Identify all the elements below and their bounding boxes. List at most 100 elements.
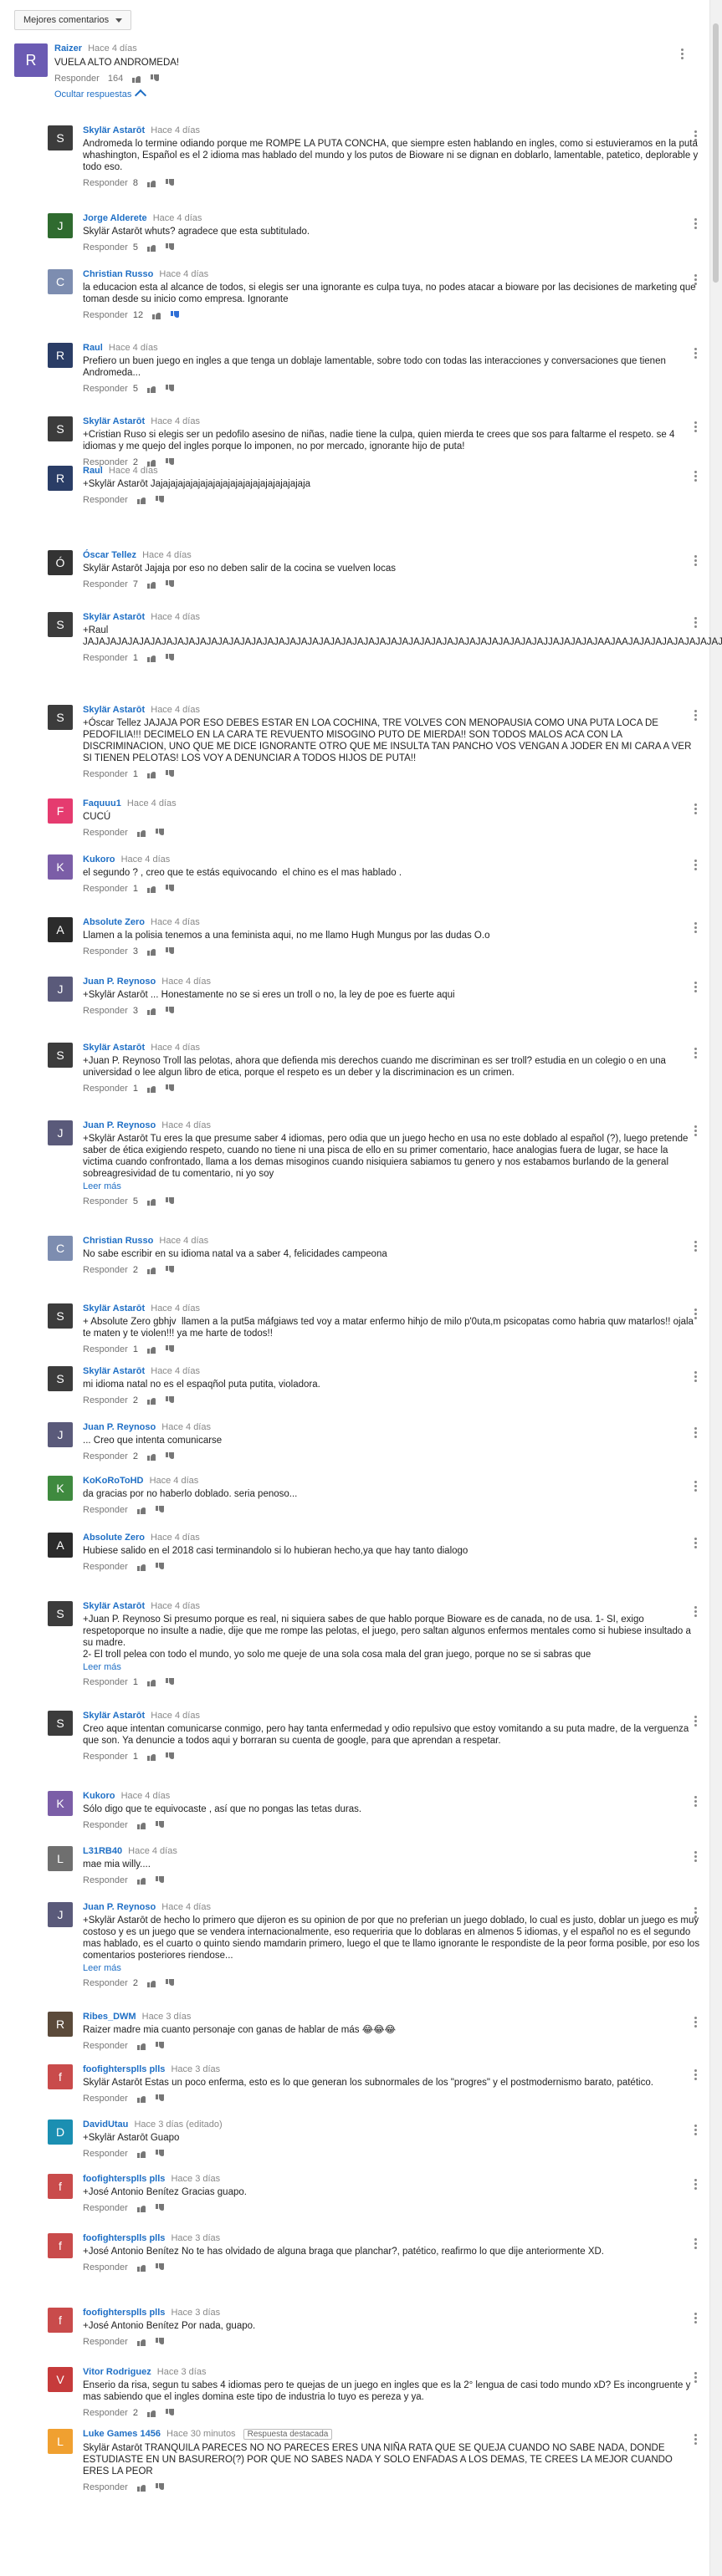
reply-button[interactable]: Responder: [83, 2094, 128, 2104]
avatar[interactable]: A: [48, 1533, 73, 1558]
avatar[interactable]: S: [48, 1601, 73, 1626]
thumbs-up-icon[interactable]: [146, 384, 156, 394]
avatar[interactable]: Ó: [48, 550, 73, 575]
thumbs-up-icon[interactable]: [146, 1196, 156, 1206]
avatar[interactable]: R: [48, 2012, 73, 2037]
comment-author[interactable]: Vitor Rodriguez: [83, 2367, 151, 2377]
comment-time[interactable]: Hace 3 días: [142, 2012, 192, 2022]
comment-author[interactable]: Juan P. Reynoso: [83, 977, 156, 987]
thumbs-down-icon[interactable]: [155, 495, 165, 505]
thumbs-up-icon[interactable]: [136, 1505, 146, 1515]
reply-button[interactable]: Responder: [83, 2482, 128, 2492]
comment-author[interactable]: foofightersplls plls: [83, 2064, 165, 2074]
reply-button[interactable]: Responder: [83, 1978, 128, 1988]
more-options-icon[interactable]: [690, 553, 700, 567]
thumbs-down-icon[interactable]: [155, 2482, 165, 2492]
avatar[interactable]: S: [48, 705, 73, 730]
comment-author[interactable]: Raizer: [54, 43, 82, 54]
comment-time[interactable]: Hace 4 días: [153, 213, 202, 223]
comment-time[interactable]: Hace 4 días: [151, 917, 200, 927]
reply-button[interactable]: Responder: [83, 653, 128, 663]
comment-author[interactable]: Raul: [83, 466, 103, 476]
avatar[interactable]: R: [48, 343, 73, 368]
comment-time[interactable]: Hace 4 días: [151, 1711, 200, 1721]
thumbs-up-icon[interactable]: [136, 2337, 146, 2347]
comment-time[interactable]: Hace 3 días: [171, 2308, 220, 2318]
reply-button[interactable]: Responder: [83, 1562, 128, 1572]
thumbs-up-icon[interactable]: [146, 1006, 156, 1016]
comment-time[interactable]: Hace 4 días: [150, 1476, 199, 1486]
more-options-icon[interactable]: [690, 2237, 700, 2250]
comment-author[interactable]: L31RB40: [83, 1846, 122, 1856]
more-options-icon[interactable]: [690, 1536, 700, 1549]
thumbs-down-icon[interactable]: [165, 1752, 175, 1762]
comment-time[interactable]: Hace 30 minutos: [166, 2429, 236, 2439]
reply-button[interactable]: Responder: [83, 178, 128, 188]
thumbs-down-icon[interactable]: [165, 1265, 175, 1275]
avatar[interactable]: J: [48, 1120, 73, 1145]
comment-time[interactable]: Hace 4 días: [121, 1791, 171, 1801]
comment-author[interactable]: Christian Russo: [83, 1236, 153, 1246]
avatar[interactable]: S: [48, 1711, 73, 1736]
more-options-icon[interactable]: [690, 2068, 700, 2081]
comment-time[interactable]: Hace 4 días: [161, 977, 211, 987]
more-options-icon[interactable]: [690, 1905, 700, 1919]
comment-author[interactable]: Christian Russo: [83, 269, 153, 279]
more-options-icon[interactable]: [690, 469, 700, 482]
more-options-icon[interactable]: [690, 615, 700, 629]
more-options-icon[interactable]: [690, 1849, 700, 1863]
comment-time[interactable]: Hace 4 días: [161, 1120, 211, 1130]
more-options-icon[interactable]: [690, 1307, 700, 1320]
reply-button[interactable]: Responder: [83, 884, 128, 894]
comment-author[interactable]: Jorge Alderete: [83, 213, 147, 223]
avatar[interactable]: L: [48, 2429, 73, 2454]
avatar[interactable]: R: [48, 466, 73, 491]
avatar[interactable]: R: [14, 43, 48, 77]
reply-button[interactable]: Responder: [83, 2408, 128, 2418]
comment-author[interactable]: Skylär Astarōt: [83, 1303, 145, 1314]
thumbs-up-icon[interactable]: [146, 2408, 156, 2418]
comment-time[interactable]: Hace 4 días: [159, 1236, 208, 1246]
thumbs-up-icon[interactable]: [136, 2094, 146, 2104]
avatar[interactable]: K: [48, 1476, 73, 1501]
thumbs-down-icon[interactable]: [165, 178, 175, 188]
thumbs-up-icon[interactable]: [146, 884, 156, 894]
thumbs-down-icon[interactable]: [155, 2337, 165, 2347]
reply-button[interactable]: Responder: [83, 1395, 128, 1405]
read-more-link[interactable]: Leer más: [83, 1963, 700, 1973]
thumbs-down-icon[interactable]: [165, 1395, 175, 1405]
more-options-icon[interactable]: [690, 1370, 700, 1383]
thumbs-up-icon[interactable]: [146, 1344, 156, 1354]
avatar[interactable]: K: [48, 854, 73, 880]
reply-button[interactable]: Responder: [83, 242, 128, 252]
reply-button[interactable]: Responder: [83, 1677, 128, 1687]
thumbs-up-icon[interactable]: [146, 769, 156, 779]
reply-button[interactable]: Responder: [83, 1084, 128, 1094]
more-options-icon[interactable]: [677, 47, 687, 60]
thumbs-down-icon[interactable]: [155, 2094, 165, 2104]
thumbs-up-icon[interactable]: [136, 1562, 146, 1572]
comment-author[interactable]: Absolute Zero: [83, 917, 145, 927]
reply-button[interactable]: Responder: [83, 1505, 128, 1515]
thumbs-up-icon[interactable]: [136, 495, 146, 505]
thumbs-down-icon[interactable]: [155, 1820, 165, 1830]
comment-author[interactable]: Raul: [83, 343, 103, 353]
avatar[interactable]: J: [48, 977, 73, 1002]
avatar[interactable]: f: [48, 2174, 73, 2199]
more-options-icon[interactable]: [690, 1604, 700, 1618]
comment-author[interactable]: foofightersplls plls: [83, 2308, 165, 2318]
reply-button[interactable]: Responder: [83, 310, 128, 320]
thumbs-up-icon[interactable]: [146, 579, 156, 589]
comment-time[interactable]: Hace 4 días: [128, 1846, 177, 1856]
thumbs-down-icon[interactable]: [165, 579, 175, 589]
comment-author[interactable]: Skylär Astarōt: [83, 125, 145, 135]
comment-author[interactable]: Skylär Astarōt: [83, 1043, 145, 1053]
thumbs-up-icon[interactable]: [146, 178, 156, 188]
thumbs-down-icon[interactable]: [155, 2203, 165, 2213]
thumbs-down-icon[interactable]: [155, 1505, 165, 1515]
reply-button[interactable]: Responder: [83, 2203, 128, 2213]
reply-button[interactable]: Responder: [83, 579, 128, 589]
comment-time[interactable]: Hace 3 días: [157, 2367, 207, 2377]
comment-time[interactable]: Hace 4 días: [151, 1601, 200, 1611]
read-more-link[interactable]: Leer más: [83, 1181, 700, 1191]
